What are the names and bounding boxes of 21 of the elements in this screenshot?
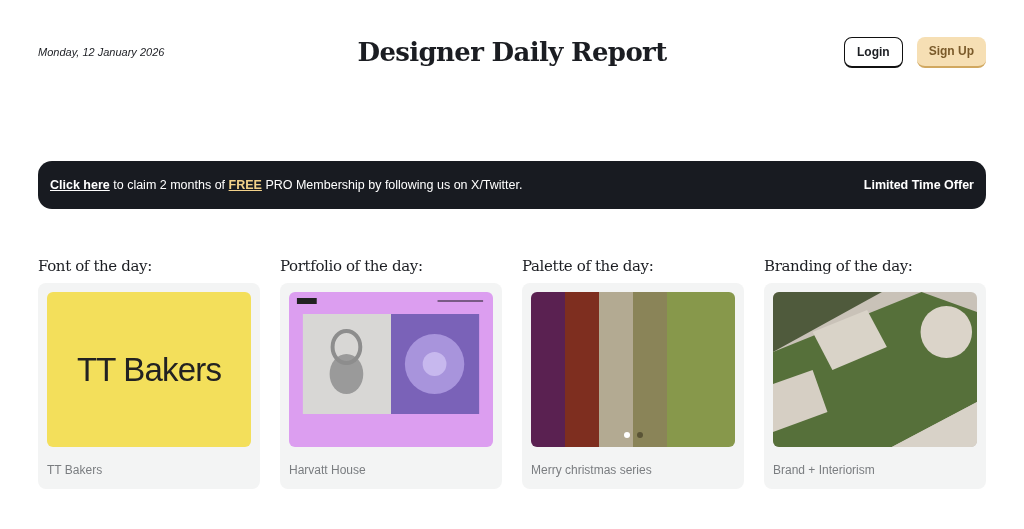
- section-heading: Portfolio of the day:: [280, 256, 424, 277]
- section-heading: Font of the day:: [38, 256, 153, 277]
- offer-label: Limited Time Offer: [863, 176, 974, 194]
- card-caption: Harvatt House: [289, 462, 367, 479]
- card-caption: Brand + Interiorism: [773, 462, 876, 479]
- date: Monday, 12 January 2026: [38, 44, 166, 60]
- font-specimen: TT Bakers: [47, 292, 251, 447]
- feature-card[interactable]: Brand + Interiorism: [764, 283, 986, 489]
- promo-text: Click here to claim 2 months of FREE PRO Membership by following us on X/Twitter.: [50, 176, 523, 194]
- site-title: Designer Daily Report: [357, 35, 667, 69]
- feature-card[interactable]: Merry christmas series: [522, 283, 744, 489]
- card-caption: TT Bakers: [47, 462, 104, 479]
- section-heading: Palette of the day:: [522, 256, 655, 277]
- free-link[interactable]: FREE: [228, 177, 262, 192]
- card-caption: Merry christmas series: [531, 462, 653, 479]
- login-button[interactable]: Login: [844, 36, 903, 68]
- signup-button[interactable]: Sign Up: [916, 36, 986, 68]
- promo-link[interactable]: Click here: [50, 177, 110, 192]
- feature-card[interactable]: TT Bakers TT Bakers: [38, 283, 260, 489]
- feature-card[interactable]: Harvatt House: [280, 283, 502, 489]
- section-heading: Branding of the day:: [764, 256, 914, 277]
